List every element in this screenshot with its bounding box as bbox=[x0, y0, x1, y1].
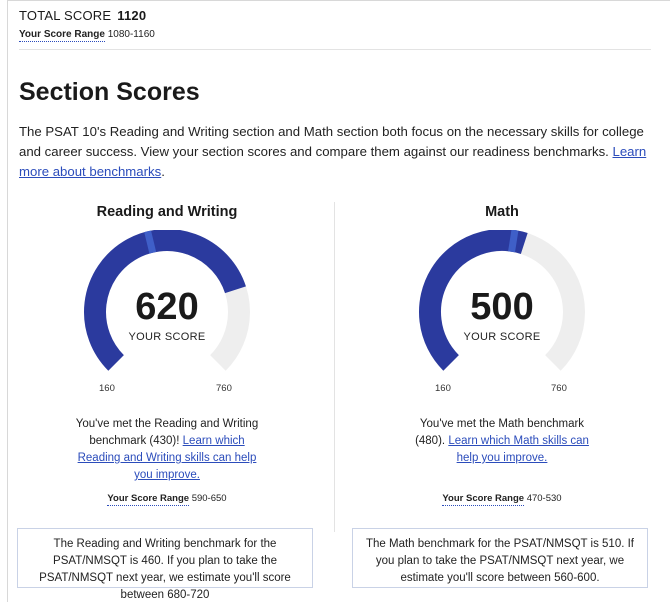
page-title: Section Scores bbox=[19, 78, 200, 106]
reading-writing-message: You've met the Reading and Writing bench… bbox=[72, 416, 262, 484]
reading-writing-score-label: YOUR SCORE bbox=[128, 331, 206, 343]
math-score-label: YOUR SCORE bbox=[463, 331, 541, 343]
math-skills-link[interactable]: Learn which Math skills can help you imp… bbox=[448, 435, 589, 464]
reading-writing-range-label[interactable]: Your Score Range bbox=[107, 493, 190, 506]
math-title: Math bbox=[485, 204, 519, 220]
reading-writing-benchmark-marker bbox=[144, 230, 157, 254]
intro-paragraph: The PSAT 10's Reading and Writing sectio… bbox=[19, 122, 659, 182]
reading-writing-title: Reading and Writing bbox=[96, 204, 238, 220]
intro-text: The PSAT 10's Reading and Writing sectio… bbox=[19, 124, 644, 159]
math-benchmark-marker bbox=[508, 230, 519, 253]
math-benchmark-note: The Math benchmark for the PSAT/NMSQT is… bbox=[352, 528, 648, 588]
total-range-value: 1080-1160 bbox=[107, 29, 155, 40]
header-divider bbox=[19, 49, 651, 50]
reading-writing-range-value: 590-650 bbox=[191, 493, 227, 504]
reading-writing-gauge: 620 YOUR SCORE bbox=[77, 230, 257, 390]
total-score-range: Your Score Range 1080-1160 bbox=[19, 29, 155, 42]
math-range: Your Score Range 470-530 bbox=[352, 493, 652, 506]
reading-writing-tick-min: 160 bbox=[99, 383, 115, 394]
math-tick-min: 160 bbox=[435, 383, 451, 394]
total-range-label[interactable]: Your Score Range bbox=[19, 29, 105, 42]
math-tick-max: 760 bbox=[551, 383, 567, 394]
reading-writing-range: Your Score Range 590-650 bbox=[17, 493, 317, 506]
total-score-value: 1120 bbox=[117, 8, 147, 23]
reading-writing-tick-max: 760 bbox=[216, 383, 232, 394]
total-score: TOTAL SCORE 1120 bbox=[19, 8, 146, 23]
reading-writing-benchmark-note: The Reading and Writing benchmark for th… bbox=[17, 528, 313, 601]
total-score-label: TOTAL SCORE bbox=[19, 8, 112, 23]
math-score: 500 bbox=[470, 286, 534, 328]
math-message: You've met the Math benchmark (480). Lea… bbox=[407, 416, 597, 467]
reading-writing-score: 620 bbox=[135, 286, 199, 328]
math-range-label[interactable]: Your Score Range bbox=[442, 493, 525, 506]
math-gauge: 500 YOUR SCORE bbox=[412, 230, 592, 390]
math-range-value: 470-530 bbox=[526, 493, 562, 504]
column-divider bbox=[334, 202, 335, 532]
intro-end: . bbox=[161, 164, 165, 179]
